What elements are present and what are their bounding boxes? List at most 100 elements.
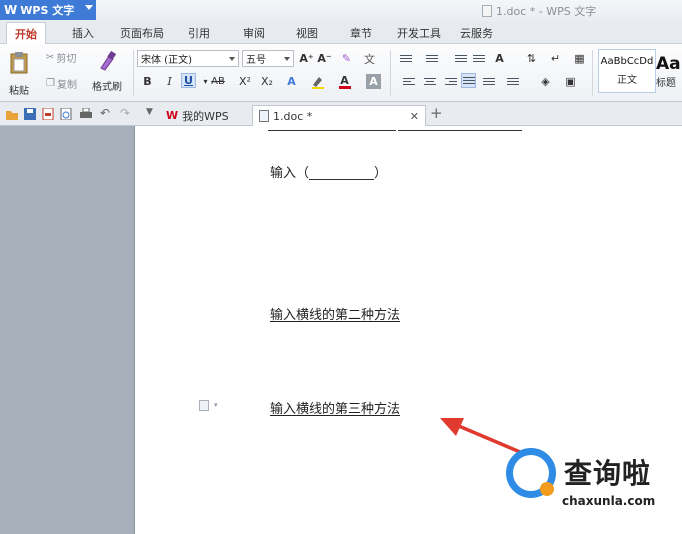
text-effect-icon[interactable]: A	[284, 74, 299, 89]
phonetic-guide-icon[interactable]: 文	[362, 51, 377, 66]
scissors-icon: ✂	[46, 52, 55, 63]
style-normal-label: 正文	[617, 75, 637, 86]
window-title: 1.doc * - WPS 文字	[482, 3, 596, 19]
tab-document[interactable]: 1.doc * ✕	[252, 105, 426, 126]
tab-insert[interactable]: 插入	[72, 25, 94, 41]
align-left-icon[interactable]	[401, 74, 416, 89]
doc-line-2[interactable]: 输入横线的第二种方法	[270, 304, 400, 323]
bold-button[interactable]: B	[140, 74, 155, 89]
title-bar: W WPS 文字 1.doc * - WPS 文字	[0, 0, 682, 22]
numbering-icon[interactable]	[424, 51, 439, 66]
line-spacing-icon[interactable]	[505, 74, 520, 89]
italic-button[interactable]: I	[162, 74, 177, 89]
bullets-icon[interactable]	[398, 51, 413, 66]
divider	[390, 50, 391, 96]
close-icon[interactable]: ✕	[410, 110, 419, 123]
tab-page-layout[interactable]: 页面布局	[120, 25, 164, 41]
brush-icon	[100, 50, 117, 71]
strikethrough-button[interactable]: AB	[208, 74, 228, 89]
print-preview-icon[interactable]	[60, 108, 72, 120]
ribbon: 粘贴 ✂ 剪切 ❐ 复制 格式刷 宋体 (正文) 五号 A⁺ A⁻ ✎ 文 B …	[0, 44, 682, 102]
chevron-down-icon	[229, 56, 235, 61]
wps-logo-icon: W	[166, 109, 179, 122]
shrink-font-button[interactable]: A⁻	[317, 51, 332, 66]
app-name: WPS 文字	[20, 4, 75, 17]
paste-label: 粘贴	[9, 86, 29, 97]
document-icon	[482, 5, 492, 17]
show-marks-icon[interactable]: ↵	[548, 51, 563, 66]
tab-my-wps-label: 我的WPS	[182, 109, 229, 123]
paragraph-handle-icon[interactable]	[199, 400, 209, 411]
divider	[133, 50, 134, 96]
chevron-down-icon[interactable]: ▼	[146, 107, 153, 117]
font-color-button[interactable]: A	[337, 74, 352, 89]
style-heading-sample: AaI	[656, 53, 682, 74]
app-menu-button[interactable]: W WPS 文字	[0, 0, 96, 20]
new-tab-icon[interactable]: +	[430, 104, 443, 122]
cut-button[interactable]: ✂ 剪切	[46, 50, 76, 65]
distribute-icon[interactable]	[481, 74, 496, 89]
style-normal[interactable]: AaBbCcDd 正文	[598, 49, 656, 93]
tab-references[interactable]: 引用	[188, 25, 210, 41]
grow-font-button[interactable]: A⁺	[299, 51, 314, 66]
format-painter-label: 格式刷	[92, 82, 122, 93]
tab-developer[interactable]: 开发工具	[397, 25, 441, 41]
decrease-indent-icon[interactable]	[453, 51, 468, 66]
align-right-icon[interactable]	[443, 74, 458, 89]
char-shading-icon[interactable]: A	[366, 74, 381, 89]
doc-line-3[interactable]: 输入横线的第三种方法	[270, 398, 400, 417]
highlight-icon[interactable]	[310, 74, 325, 89]
magnifier-handle-icon	[540, 482, 554, 496]
tab-document-label: 1.doc *	[273, 109, 313, 123]
copy-button[interactable]: ❐ 复制	[46, 76, 77, 91]
format-painter-button[interactable]: 格式刷	[92, 50, 122, 93]
save-icon[interactable]	[24, 108, 36, 120]
tab-cloud[interactable]: 云服务	[460, 25, 493, 41]
font-color-label: A	[340, 73, 349, 87]
redo-icon[interactable]: ↷	[120, 106, 130, 120]
increase-indent-icon[interactable]	[471, 51, 486, 66]
watermark-text: 查询啦	[564, 457, 652, 490]
underline-button[interactable]: U	[181, 73, 196, 88]
style-heading[interactable]: AaI 标题	[656, 49, 682, 93]
quick-access-bar: ↶ ↷ ▼ W 我的WPS 1.doc * ✕ +	[0, 102, 682, 126]
document-icon	[259, 110, 269, 122]
justify-icon[interactable]	[461, 73, 476, 88]
font-name-select[interactable]: 宋体 (正文)	[137, 50, 239, 67]
chevron-down-icon[interactable]: ▾	[214, 401, 218, 409]
open-folder-icon[interactable]	[6, 108, 18, 120]
horizontal-rule	[268, 130, 396, 131]
change-case-icon[interactable]: A	[492, 51, 507, 66]
copy-icon: ❐	[46, 78, 55, 89]
document-title: 1.doc * - WPS 文字	[496, 5, 597, 18]
horizontal-rule	[398, 130, 522, 131]
workspace-margin	[0, 126, 134, 534]
undo-icon[interactable]: ↶	[100, 106, 110, 120]
borders-icon[interactable]: ▣	[563, 74, 578, 89]
font-size-select[interactable]: 五号	[242, 50, 294, 67]
superscript-button[interactable]: X²	[236, 74, 254, 89]
paste-button[interactable]: 粘贴	[8, 50, 30, 97]
tab-my-wps[interactable]: W 我的WPS	[160, 105, 250, 126]
table-icon[interactable]: ▦	[572, 51, 587, 66]
print-icon[interactable]	[80, 108, 92, 120]
sort-icon[interactable]: ⇅	[524, 51, 539, 66]
clear-format-icon[interactable]: ✎	[339, 51, 354, 66]
ribbon-tabs: 开始 插入 页面布局 引用 审阅 视图 章节 开发工具 云服务	[0, 22, 682, 45]
divider	[592, 50, 593, 96]
clipboard-icon	[10, 52, 28, 74]
tab-view[interactable]: 视图	[296, 25, 318, 41]
doc-line-1[interactable]: 输入（__________）	[270, 162, 387, 181]
chevron-down-icon	[85, 5, 93, 10]
watermark-url: chaxunla.com	[562, 494, 656, 508]
shading-icon[interactable]: ◈	[538, 74, 553, 89]
font-size-value: 五号	[246, 55, 266, 66]
tab-review[interactable]: 审阅	[243, 25, 265, 41]
chevron-down-icon	[284, 56, 290, 61]
copy-label: 复制	[56, 80, 77, 91]
subscript-button[interactable]: X₂	[258, 74, 276, 89]
tab-home[interactable]: 开始	[6, 22, 46, 45]
align-center-icon[interactable]	[422, 74, 437, 89]
tab-chapter[interactable]: 章节	[350, 25, 372, 41]
export-pdf-icon[interactable]	[42, 108, 54, 120]
